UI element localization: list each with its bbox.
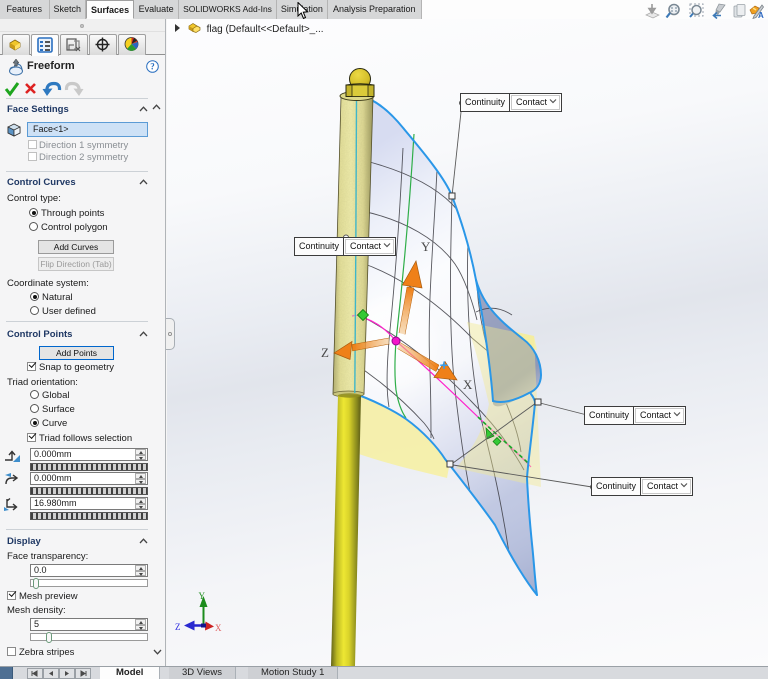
svg-text:X: X [215,623,222,633]
svg-text:Y: Y [421,239,431,254]
svg-text:X: X [463,377,473,392]
svg-text:Z: Z [175,622,181,632]
svg-text:Z: Z [321,345,329,360]
svg-text:Y: Y [199,591,206,601]
svg-text:?: ? [150,62,155,72]
